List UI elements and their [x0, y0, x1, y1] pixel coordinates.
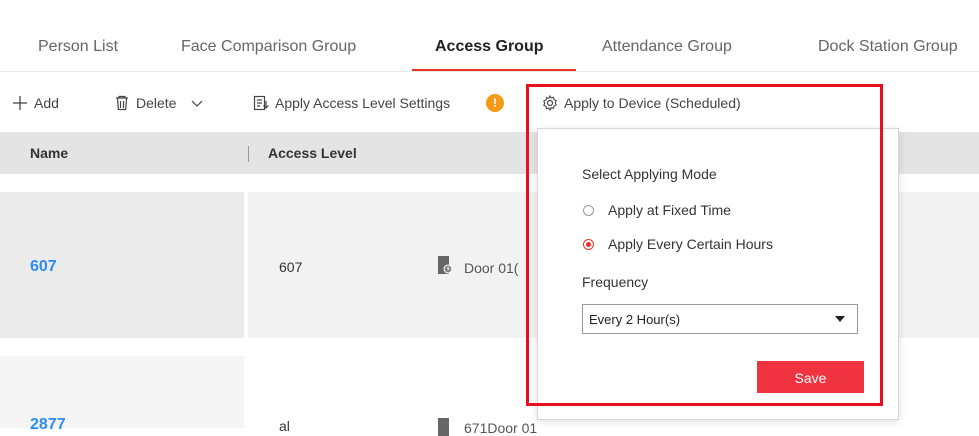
- column-header-access-level[interactable]: Access Level: [268, 145, 357, 161]
- apply-access-level-settings-button[interactable]: Apply Access Level Settings: [253, 95, 450, 111]
- plus-icon: [13, 96, 27, 110]
- delete-button[interactable]: Delete: [114, 95, 210, 111]
- tab-dock-station-group[interactable]: Dock Station Group: [818, 38, 958, 56]
- tab-face-comparison-group[interactable]: Face Comparison Group: [181, 38, 356, 56]
- tab-person-list[interactable]: Person List: [38, 38, 118, 56]
- group-name-link[interactable]: 607: [30, 258, 57, 276]
- apply-access-label: Apply Access Level Settings: [275, 95, 451, 111]
- add-button[interactable]: Add: [12, 95, 59, 111]
- group-name-link[interactable]: 2877: [30, 416, 66, 434]
- trash-icon: [116, 95, 128, 111]
- door-name: 671Door 01: [464, 420, 538, 436]
- door-name: Door 01(: [464, 260, 519, 276]
- tab-access-group[interactable]: Access Group: [435, 38, 543, 56]
- add-label: Add: [34, 95, 59, 111]
- delete-label: Delete: [136, 95, 177, 111]
- cell-divider: [244, 356, 248, 428]
- tabs-divider: [0, 71, 979, 72]
- tab-bar: Person List Face Comparison Group Access…: [0, 0, 979, 72]
- apply-settings-icon: [253, 95, 269, 111]
- door-schedule-icon: [438, 418, 449, 436]
- access-level-value: 607: [279, 259, 303, 275]
- column-header-name[interactable]: Name: [30, 145, 68, 161]
- door-schedule-icon: [438, 256, 452, 274]
- chevron-down-icon[interactable]: [190, 96, 204, 110]
- access-level-value: al: [279, 418, 290, 434]
- highlight-box: [526, 84, 883, 406]
- info-icon[interactable]: !: [486, 94, 504, 112]
- tab-attendance-group[interactable]: Attendance Group: [602, 38, 732, 56]
- column-divider[interactable]: [248, 146, 249, 162]
- cell-divider: [244, 192, 248, 338]
